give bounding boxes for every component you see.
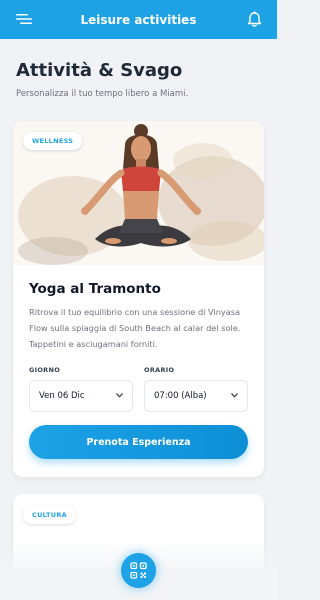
bell-icon[interactable] [247, 11, 262, 28]
activity-title: Yoga al Tramonto [29, 281, 161, 297]
app-header: Leisure activities [0, 0, 277, 39]
time-value: 07:00 (Alba) [154, 391, 207, 401]
date-label: GIORNO [29, 366, 61, 374]
date-select[interactable]: Ven 06 Dic [29, 380, 133, 412]
page-subtitle: Personalizza il tuo tempo libero a Miami… [16, 89, 189, 99]
time-select[interactable]: 07:00 (Alba) [144, 380, 248, 412]
date-value: Ven 06 Dic [39, 391, 85, 401]
chevron-down-icon [231, 393, 238, 398]
page-title: Attività & Svago [16, 60, 183, 81]
qr-code-icon [130, 562, 147, 579]
activity-card: WELLNESS Yoga al Tramonto Ritrova il tuo… [13, 121, 264, 477]
activity-image: WELLNESS [13, 121, 264, 265]
category-badge: CULTURA [23, 506, 76, 524]
time-label: ORARIO [144, 366, 175, 374]
qr-scan-button[interactable] [121, 553, 156, 588]
activity-description: Ritrova il tuo equilibrio con una sessio… [29, 307, 241, 349]
chevron-down-icon [116, 393, 123, 398]
book-experience-button[interactable]: Prenota Esperienza [29, 425, 248, 459]
menu-icon[interactable] [16, 13, 32, 25]
category-badge: WELLNESS [23, 132, 83, 150]
header-title: Leisure activities [80, 12, 197, 27]
